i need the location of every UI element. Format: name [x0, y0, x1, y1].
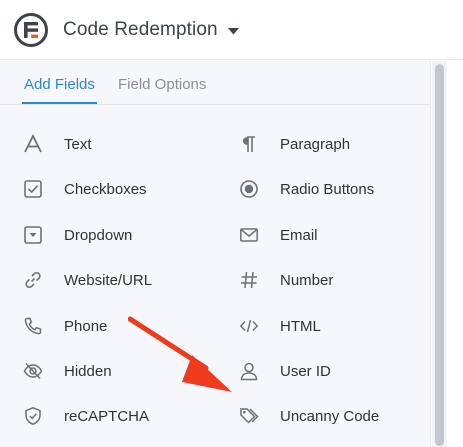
panel-tabs: Add Fields Field Options	[0, 61, 431, 105]
field-dropdown[interactable]: Dropdown	[22, 220, 212, 250]
field-label: Phone	[64, 317, 108, 335]
field-html[interactable]: HTML	[238, 311, 418, 341]
field-label: Dropdown	[64, 226, 133, 244]
field-checkboxes[interactable]: Checkboxes	[22, 174, 212, 204]
field-panel: Add Fields Field Options	[0, 61, 431, 447]
checkbox-icon	[22, 178, 44, 200]
field-label: Website/URL	[64, 271, 153, 289]
phone-icon	[22, 315, 44, 337]
field-label: Checkboxes	[64, 180, 147, 198]
field-label: Hidden	[64, 362, 112, 380]
form-header: Code Redemption	[0, 0, 463, 60]
field-label: User ID	[280, 362, 331, 380]
field-label: reCAPTCHA	[64, 407, 150, 425]
field-hidden[interactable]: Hidden	[22, 356, 212, 386]
radio-icon	[238, 178, 260, 200]
user-icon	[238, 360, 260, 382]
field-website-url[interactable]: Website/URL	[22, 265, 212, 295]
field-label: Radio Buttons	[280, 180, 375, 198]
form-title-dropdown[interactable]: Code Redemption	[63, 19, 239, 41]
field-email[interactable]: Email	[238, 220, 418, 250]
field-label: Paragraph	[280, 135, 351, 153]
form-title: Code Redemption	[63, 19, 218, 40]
panel-scrollbar-thumb[interactable]	[435, 64, 444, 446]
tags-icon	[238, 405, 260, 427]
field-label: HTML	[280, 317, 321, 335]
code-icon	[238, 315, 260, 337]
hash-icon	[238, 269, 260, 291]
field-phone[interactable]: Phone	[22, 311, 212, 341]
field-paragraph[interactable]: Paragraph	[238, 129, 418, 159]
eye-slash-icon	[22, 360, 44, 382]
field-user-id[interactable]: User ID	[238, 356, 418, 386]
field-label: Text	[64, 135, 92, 153]
paragraph-icon	[238, 133, 260, 155]
dropdown-icon	[22, 224, 44, 246]
field-label: Email	[280, 226, 318, 244]
text-icon	[22, 133, 44, 155]
link-icon	[22, 269, 44, 291]
field-text[interactable]: Text	[22, 129, 212, 159]
caret-down-icon	[227, 27, 239, 34]
tab-field-options[interactable]: Field Options	[118, 76, 206, 93]
field-number[interactable]: Number	[238, 265, 418, 295]
field-uncanny-code[interactable]: Uncanny Code	[238, 401, 418, 431]
right-edge	[447, 61, 463, 447]
formidable-logo-icon[interactable]	[14, 13, 48, 47]
tab-add-fields[interactable]: Add Fields	[22, 76, 97, 104]
field-radio-buttons[interactable]: Radio Buttons	[238, 174, 418, 204]
field-label: Uncanny Code	[280, 407, 380, 425]
field-label: Number	[280, 271, 334, 289]
email-icon	[238, 224, 260, 246]
field-recaptcha[interactable]: reCAPTCHA	[22, 401, 212, 431]
shield-icon	[22, 405, 44, 427]
